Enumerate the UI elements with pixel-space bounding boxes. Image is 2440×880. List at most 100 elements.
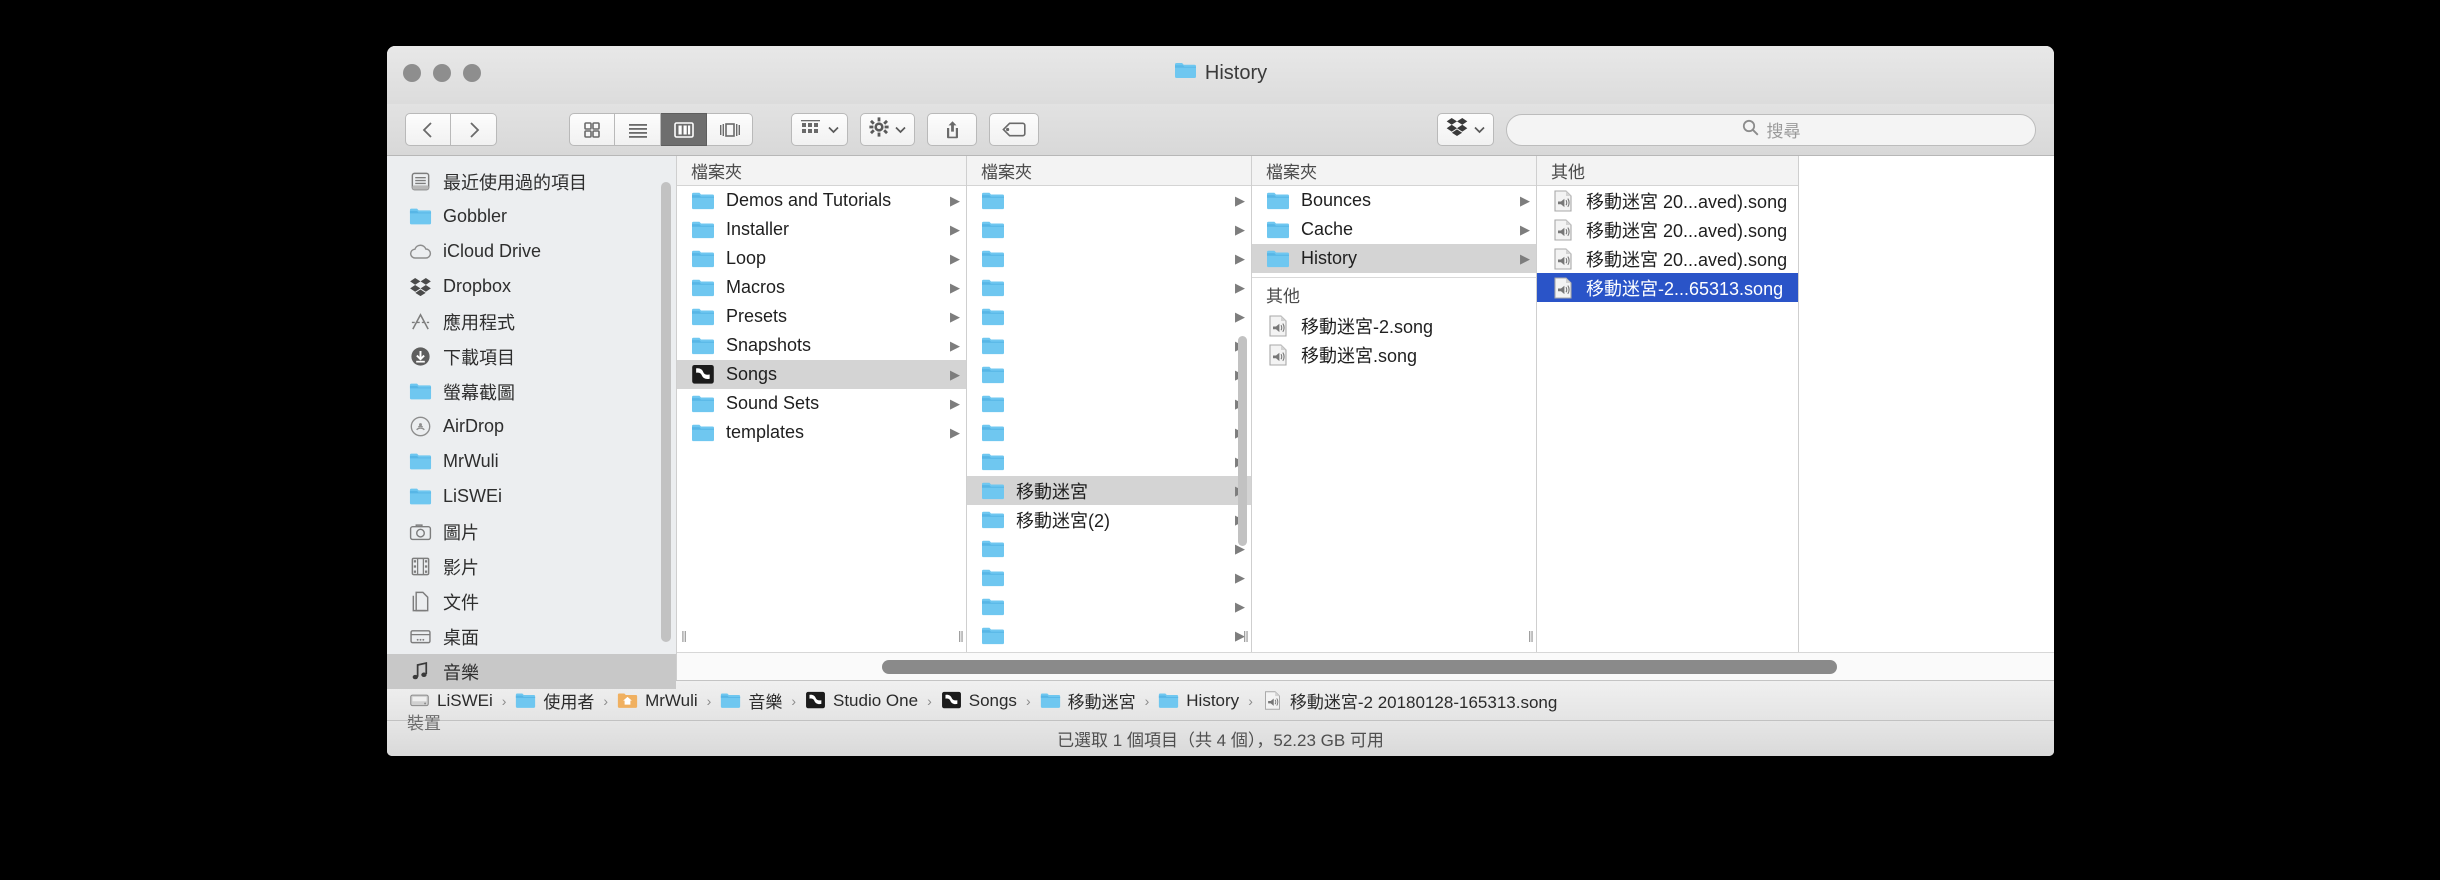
sidebar-item-3[interactable]: iCloud Drive: [387, 234, 676, 269]
sidebar-item-2[interactable]: Gobbler: [387, 199, 676, 234]
list-item[interactable]: Cache ▶: [1252, 215, 1536, 244]
list-item[interactable]: 移動迷宮-2.song: [1252, 311, 1536, 340]
disclosure-arrow-icon[interactable]: ▶: [1235, 223, 1245, 236]
list-item[interactable]: ▶: [967, 331, 1251, 360]
list-item[interactable]: 移動迷宮(2)▶: [967, 505, 1251, 534]
tag-button[interactable]: [989, 113, 1039, 146]
list-item[interactable]: ▶: [967, 389, 1251, 418]
arrange-dropdown[interactable]: [791, 113, 848, 146]
disclosure-arrow-icon[interactable]: ▶: [1520, 252, 1530, 265]
list-item[interactable]: Loop ▶: [677, 244, 966, 273]
column-resize-handle[interactable]: ‖: [958, 629, 964, 646]
list-item[interactable]: Sound Sets ▶: [677, 389, 966, 418]
sidebar-item-15[interactable]: 音樂: [387, 654, 676, 689]
disclosure-arrow-icon[interactable]: ▶: [950, 310, 960, 323]
disclosure-arrow-icon[interactable]: ▶: [1235, 281, 1245, 294]
sidebar-item-14[interactable]: 桌面: [387, 619, 676, 654]
sidebar-item-7[interactable]: 螢幕截圖: [387, 374, 676, 409]
horizontal-scrollbar-track[interactable]: [677, 652, 2054, 680]
sidebar-item-11[interactable]: 圖片: [387, 514, 676, 549]
forward-button[interactable]: [451, 113, 497, 146]
column-view-button[interactable]: [661, 113, 707, 146]
list-item[interactable]: ▶: [967, 302, 1251, 331]
sidebar-item-13[interactable]: 文件: [387, 584, 676, 619]
disclosure-arrow-icon[interactable]: ▶: [950, 426, 960, 439]
icon-view-button[interactable]: [569, 113, 615, 146]
sidebar-item-12[interactable]: 影片: [387, 549, 676, 584]
list-item[interactable]: ▶: [967, 360, 1251, 389]
list-item[interactable]: ▶: [967, 215, 1251, 244]
list-item[interactable]: ▶: [967, 273, 1251, 302]
disclosure-arrow-icon[interactable]: ▶: [1520, 223, 1530, 236]
item-name: Presets: [726, 306, 788, 326]
disclosure-arrow-icon[interactable]: ▶: [950, 339, 960, 352]
disclosure-arrow-icon[interactable]: ▶: [950, 194, 960, 207]
disclosure-arrow-icon[interactable]: ▶: [1235, 310, 1245, 323]
list-item[interactable]: Songs ▶: [677, 360, 966, 389]
column-resize-handle[interactable]: ‖: [1528, 629, 1534, 646]
search-input[interactable]: 搜尋: [1767, 117, 1801, 142]
breadcrumb-item[interactable]: Songs: [941, 691, 1017, 711]
folder-icon: [981, 278, 1007, 297]
list-item[interactable]: ▶: [967, 244, 1251, 273]
sidebar-item-10[interactable]: LiSWEi: [387, 479, 676, 514]
breadcrumb-item[interactable]: 音樂: [720, 688, 782, 713]
back-button[interactable]: [405, 113, 451, 146]
list-view-button[interactable]: [615, 113, 661, 146]
list-item[interactable]: Bounces ▶: [1252, 186, 1536, 215]
disclosure-arrow-icon[interactable]: ▶: [1235, 600, 1245, 613]
list-item[interactable]: 移動迷宮-2...65313.song: [1537, 273, 1798, 302]
horizontal-scrollbar-thumb[interactable]: [882, 660, 1837, 674]
breadcrumb-item[interactable]: History: [1158, 691, 1239, 711]
list-item[interactable]: 移動迷宮▶: [967, 476, 1251, 505]
list-item[interactable]: ▶: [967, 447, 1251, 476]
disclosure-arrow-icon[interactable]: ▶: [1235, 252, 1245, 265]
column-resize-handle[interactable]: ‖: [1243, 629, 1249, 646]
list-item[interactable]: ▶: [967, 563, 1251, 592]
action-dropdown[interactable]: [860, 113, 915, 146]
list-item[interactable]: Installer ▶: [677, 215, 966, 244]
disclosure-arrow-icon[interactable]: ▶: [1520, 194, 1530, 207]
disclosure-arrow-icon[interactable]: ▶: [950, 397, 960, 410]
share-button[interactable]: [927, 113, 977, 146]
sidebar-item-5[interactable]: 應用程式: [387, 304, 676, 339]
coverflow-view-button[interactable]: [707, 113, 753, 146]
folder-icon: [691, 423, 717, 442]
disclosure-arrow-icon[interactable]: ▶: [950, 252, 960, 265]
list-item[interactable]: 移動迷宮 20...aved).song: [1537, 186, 1798, 215]
list-item[interactable]: templates ▶: [677, 418, 966, 447]
sidebar-item-9[interactable]: MrWuli: [387, 444, 676, 479]
sidebar-scrollbar[interactable]: [661, 182, 671, 642]
search-field[interactable]: 搜尋: [1506, 113, 2036, 146]
sidebar-item-4[interactable]: Dropbox: [387, 269, 676, 304]
list-item[interactable]: History ▶: [1252, 244, 1536, 273]
sidebar-item-6[interactable]: 下載項目: [387, 339, 676, 374]
list-item[interactable]: 移動迷宮 20...aved).song: [1537, 215, 1798, 244]
list-item[interactable]: Snapshots ▶: [677, 331, 966, 360]
breadcrumb-item[interactable]: 移動迷宮: [1040, 688, 1136, 713]
disclosure-arrow-icon[interactable]: ▶: [950, 281, 960, 294]
item-name: 移動迷宮-2.song: [1301, 316, 1434, 337]
list-item[interactable]: ▶: [967, 534, 1251, 563]
sidebar-item-8[interactable]: AirDrop: [387, 409, 676, 444]
list-item[interactable]: 移動迷宮.song: [1252, 340, 1536, 369]
sidebar-item-1[interactable]: 最近使用過的項目: [387, 164, 676, 199]
list-item[interactable]: ▶: [967, 592, 1251, 621]
list-item[interactable]: 移動迷宮 20...aved).song: [1537, 244, 1798, 273]
list-item[interactable]: Macros ▶: [677, 273, 966, 302]
column-resize-handle[interactable]: ‖: [681, 629, 687, 646]
dropbox-dropdown[interactable]: [1437, 113, 1494, 146]
column-2-scrollbar[interactable]: [1238, 336, 1247, 546]
list-item[interactable]: ▶: [967, 186, 1251, 215]
breadcrumb-item[interactable]: 移動迷宮-2 20180128-165313.song: [1262, 688, 1557, 713]
disclosure-arrow-icon[interactable]: ▶: [1235, 571, 1245, 584]
list-item[interactable]: ▶: [967, 621, 1251, 650]
disclosure-arrow-icon[interactable]: ▶: [1235, 194, 1245, 207]
sidebar-item-label: 音樂: [443, 662, 479, 683]
list-item[interactable]: ▶: [967, 418, 1251, 447]
list-item[interactable]: Demos and Tutorials ▶: [677, 186, 966, 215]
breadcrumb-item[interactable]: Studio One: [805, 691, 918, 711]
disclosure-arrow-icon[interactable]: ▶: [950, 223, 960, 236]
disclosure-arrow-icon[interactable]: ▶: [950, 368, 960, 381]
list-item[interactable]: Presets ▶: [677, 302, 966, 331]
